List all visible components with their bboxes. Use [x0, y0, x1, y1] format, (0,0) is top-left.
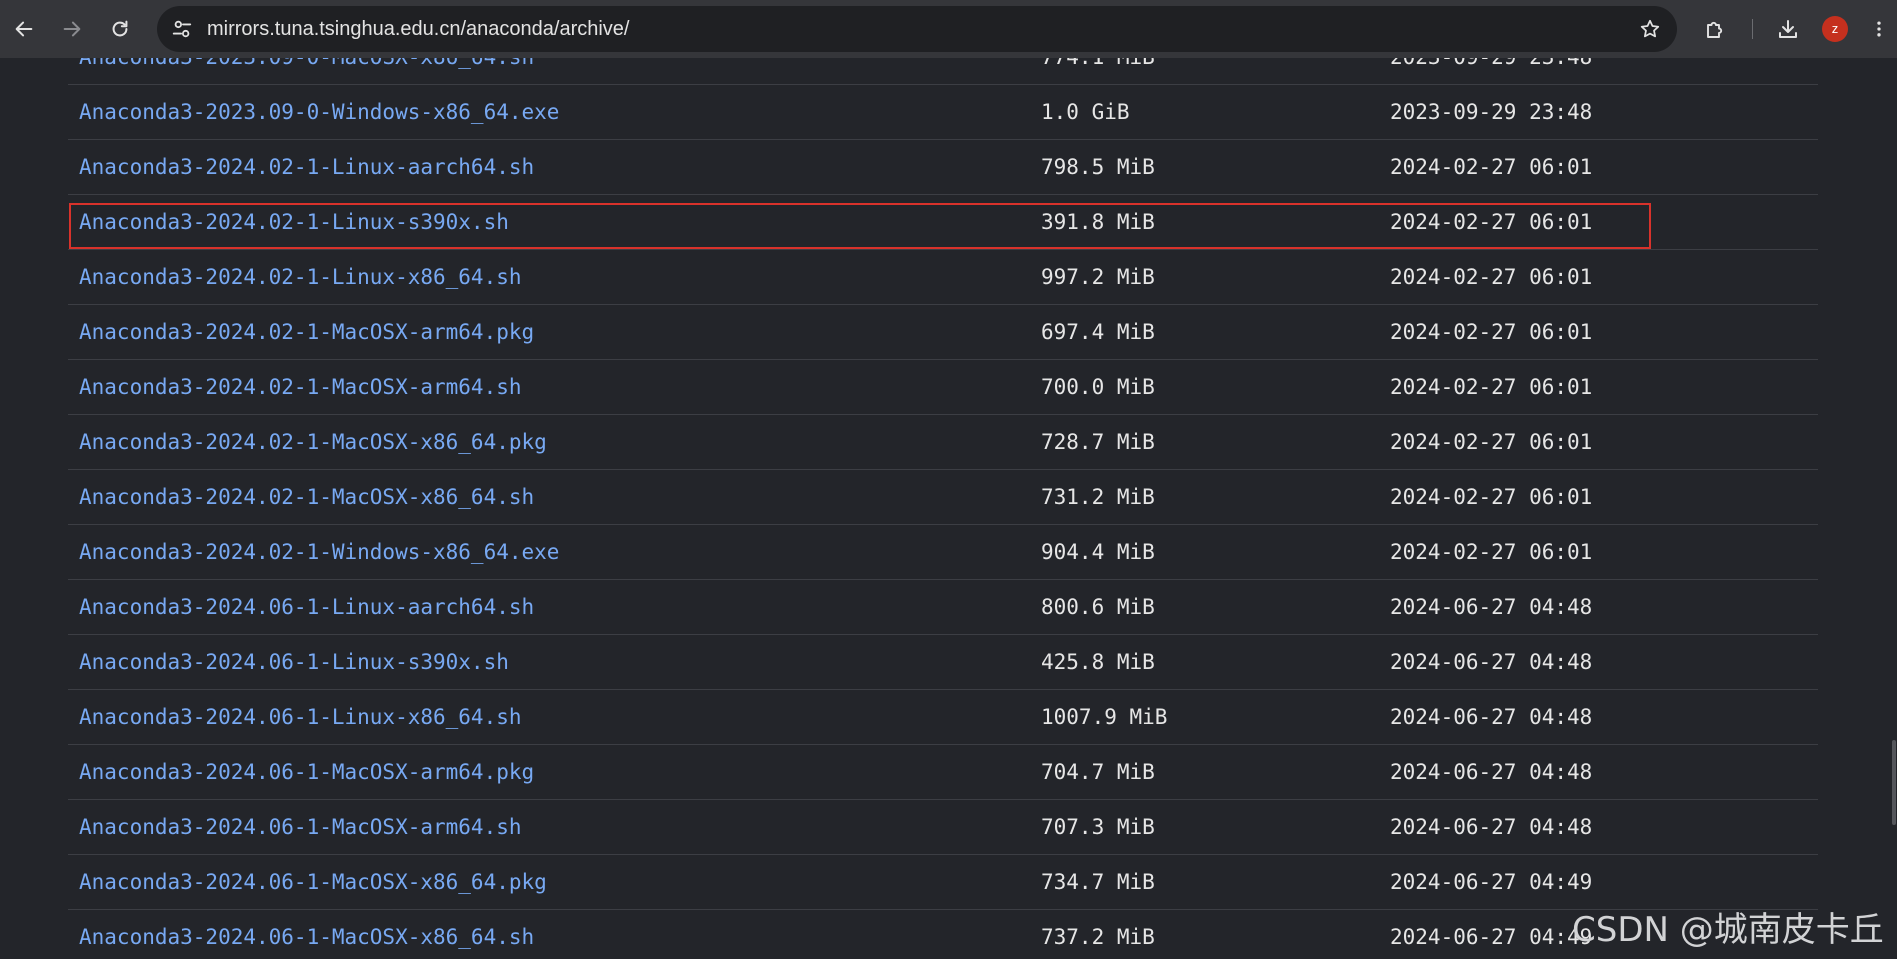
file-link[interactable]: Anaconda3-2024.06-1-MacOSX-x86_64.sh [79, 910, 534, 959]
toolbar-divider [1752, 19, 1753, 39]
file-size: 697.4 MiB [1041, 320, 1155, 344]
file-link[interactable]: Anaconda3-2024.02-1-MacOSX-x86_64.pkg [79, 415, 547, 470]
page-content: Anaconda3-2023.09-0-MacOSX-x86_64.sh 774.… [0, 58, 1897, 959]
puzzle-icon [1707, 21, 1723, 38]
table-row: Anaconda3-2024.06-1-MacOSX-arm64.pkg 704.… [68, 745, 1818, 800]
file-date: 2024-06-27 04:48 [1390, 705, 1593, 729]
table-row: Anaconda3-2024.02-1-MacOSX-arm64.sh 700.0… [68, 360, 1818, 415]
file-link[interactable]: Anaconda3-2023.09-0-Windows-x86_64.exe [79, 85, 559, 140]
more-vert-icon [1877, 21, 1881, 37]
file-date: 2024-06-27 04:48 [1390, 650, 1593, 674]
file-link[interactable]: Anaconda3-2024.06-1-Linux-s390x.sh [79, 635, 509, 690]
file-size: 707.3 MiB [1041, 815, 1155, 839]
scrollbar-thumb[interactable] [1892, 740, 1896, 825]
table-row: Anaconda3-2024.02-1-Linux-aarch64.sh 798.… [68, 140, 1818, 195]
file-size: 997.2 MiB [1041, 265, 1155, 289]
file-date: 2024-02-27 06:01 [1390, 265, 1593, 289]
table-row: Anaconda3-2024.02-1-Linux-s390x.sh 391.8 … [68, 195, 1818, 250]
file-size: 800.6 MiB [1041, 595, 1155, 619]
table-row: Anaconda3-2024.06-1-Linux-aarch64.sh 800.… [68, 580, 1818, 635]
table-row: Anaconda3-2024.02-1-MacOSX-x86_64.sh 731.… [68, 470, 1818, 525]
file-link[interactable]: Anaconda3-2024.02-1-MacOSX-arm64.sh [79, 360, 522, 415]
forward-button[interactable] [54, 11, 90, 47]
star-icon [1640, 19, 1660, 38]
file-date: 2024-02-27 06:01 [1390, 540, 1593, 564]
url-text[interactable]: mirrors.tuna.tsinghua.edu.cn/anaconda/ar… [207, 6, 629, 52]
table-row: Anaconda3-2024.06-1-Linux-x86_64.sh 1007.… [68, 690, 1818, 745]
table-row: Anaconda3-2024.06-1-MacOSX-arm64.sh 707.3… [68, 800, 1818, 855]
file-date: 2023-09-29 23:48 [1390, 58, 1592, 85]
file-date: 2024-02-27 06:01 [1390, 155, 1593, 179]
browser-toolbar: mirrors.tuna.tsinghua.edu.cn/anaconda/ar… [0, 0, 1897, 58]
table-row: Anaconda3-2023.09-0-Windows-x86_64.exe 1.… [68, 85, 1818, 140]
arrow-right-icon [63, 21, 81, 37]
file-link[interactable]: Anaconda3-2024.06-1-MacOSX-arm64.pkg [79, 745, 534, 800]
file-link[interactable]: Anaconda3-2024.06-1-Linux-x86_64.sh [79, 690, 522, 745]
file-link[interactable]: Anaconda3-2024.06-1-MacOSX-arm64.sh [79, 800, 522, 855]
file-link[interactable]: Anaconda3-2024.02-1-MacOSX-arm64.pkg [79, 305, 534, 360]
downloads-button[interactable] [1770, 11, 1806, 47]
table-row: Anaconda3-2024.02-1-MacOSX-arm64.pkg 697.… [68, 305, 1818, 360]
reload-icon [112, 20, 128, 37]
bookmark-button[interactable] [1633, 12, 1667, 46]
file-link[interactable]: Anaconda3-2024.02-1-Linux-aarch64.sh [79, 140, 534, 195]
file-size: 737.2 MiB [1041, 925, 1155, 949]
file-size: 774.1 MiB [1041, 58, 1155, 85]
profile-avatar[interactable]: z [1822, 16, 1848, 42]
file-date: 2024-06-27 04:49 [1390, 925, 1593, 949]
download-icon [1779, 20, 1797, 38]
site-info-button[interactable] [165, 12, 199, 46]
file-size: 728.7 MiB [1041, 430, 1155, 454]
file-link[interactable]: Anaconda3-2024.02-1-Linux-s390x.sh [79, 195, 509, 250]
file-listing-table: Anaconda3-2023.09-0-MacOSX-x86_64.sh 774.… [68, 58, 1818, 959]
file-date: 2024-06-27 04:48 [1390, 760, 1593, 784]
file-size: 904.4 MiB [1041, 540, 1155, 564]
table-row: Anaconda3-2024.02-1-Linux-x86_64.sh 997.2… [68, 250, 1818, 305]
file-link[interactable]: Anaconda3-2024.06-1-MacOSX-x86_64.pkg [79, 855, 547, 910]
file-size: 734.7 MiB [1041, 870, 1155, 894]
file-size: 1.0 GiB [1041, 100, 1130, 124]
table-row: Anaconda3-2024.06-1-MacOSX-x86_64.pkg 734… [68, 855, 1818, 910]
file-date: 2024-06-27 04:48 [1390, 815, 1593, 839]
file-date: 2024-02-27 06:01 [1390, 375, 1593, 399]
table-row: Anaconda3-2024.06-1-Linux-s390x.sh 425.8 … [68, 635, 1818, 690]
file-link[interactable]: Anaconda3-2023.09-0-MacOSX-x86_64.sh [79, 58, 534, 85]
reload-button[interactable] [102, 11, 138, 47]
extensions-button[interactable] [1697, 11, 1733, 47]
file-size: 700.0 MiB [1041, 375, 1155, 399]
file-link[interactable]: Anaconda3-2024.02-1-Windows-x86_64.exe [79, 525, 559, 580]
menu-button[interactable] [1862, 11, 1896, 47]
file-size: 731.2 MiB [1041, 485, 1155, 509]
arrow-left-icon [15, 21, 33, 37]
file-size: 425.8 MiB [1041, 650, 1155, 674]
file-link[interactable]: Anaconda3-2024.02-1-MacOSX-x86_64.sh [79, 470, 534, 525]
address-bar[interactable]: mirrors.tuna.tsinghua.edu.cn/anaconda/ar… [157, 6, 1677, 52]
file-link[interactable]: Anaconda3-2024.02-1-Linux-x86_64.sh [79, 250, 522, 305]
table-row: Anaconda3-2024.02-1-Windows-x86_64.exe 90… [68, 525, 1818, 580]
file-date: 2024-02-27 06:01 [1390, 320, 1593, 344]
file-date: 2023-09-29 23:48 [1390, 100, 1593, 124]
file-size: 704.7 MiB [1041, 760, 1155, 784]
file-date: 2024-06-27 04:49 [1390, 870, 1593, 894]
file-date: 2024-06-27 04:48 [1390, 595, 1593, 619]
table-row: Anaconda3-2024.06-1-MacOSX-x86_64.sh 737.… [68, 910, 1818, 959]
tune-icon [172, 20, 192, 38]
file-date: 2024-02-27 06:01 [1390, 430, 1593, 454]
file-date: 2024-02-27 06:01 [1390, 485, 1593, 509]
file-link[interactable]: Anaconda3-2024.06-1-Linux-aarch64.sh [79, 580, 534, 635]
file-date: 2024-02-27 06:01 [1390, 210, 1593, 234]
file-size: 391.8 MiB [1041, 210, 1155, 234]
back-button[interactable] [6, 11, 42, 47]
table-row: Anaconda3-2024.02-1-MacOSX-x86_64.pkg 728… [68, 415, 1818, 470]
file-size: 1007.9 MiB [1041, 705, 1168, 729]
file-size: 798.5 MiB [1041, 155, 1155, 179]
table-row: Anaconda3-2023.09-0-MacOSX-x86_64.sh 774.… [68, 58, 1818, 85]
